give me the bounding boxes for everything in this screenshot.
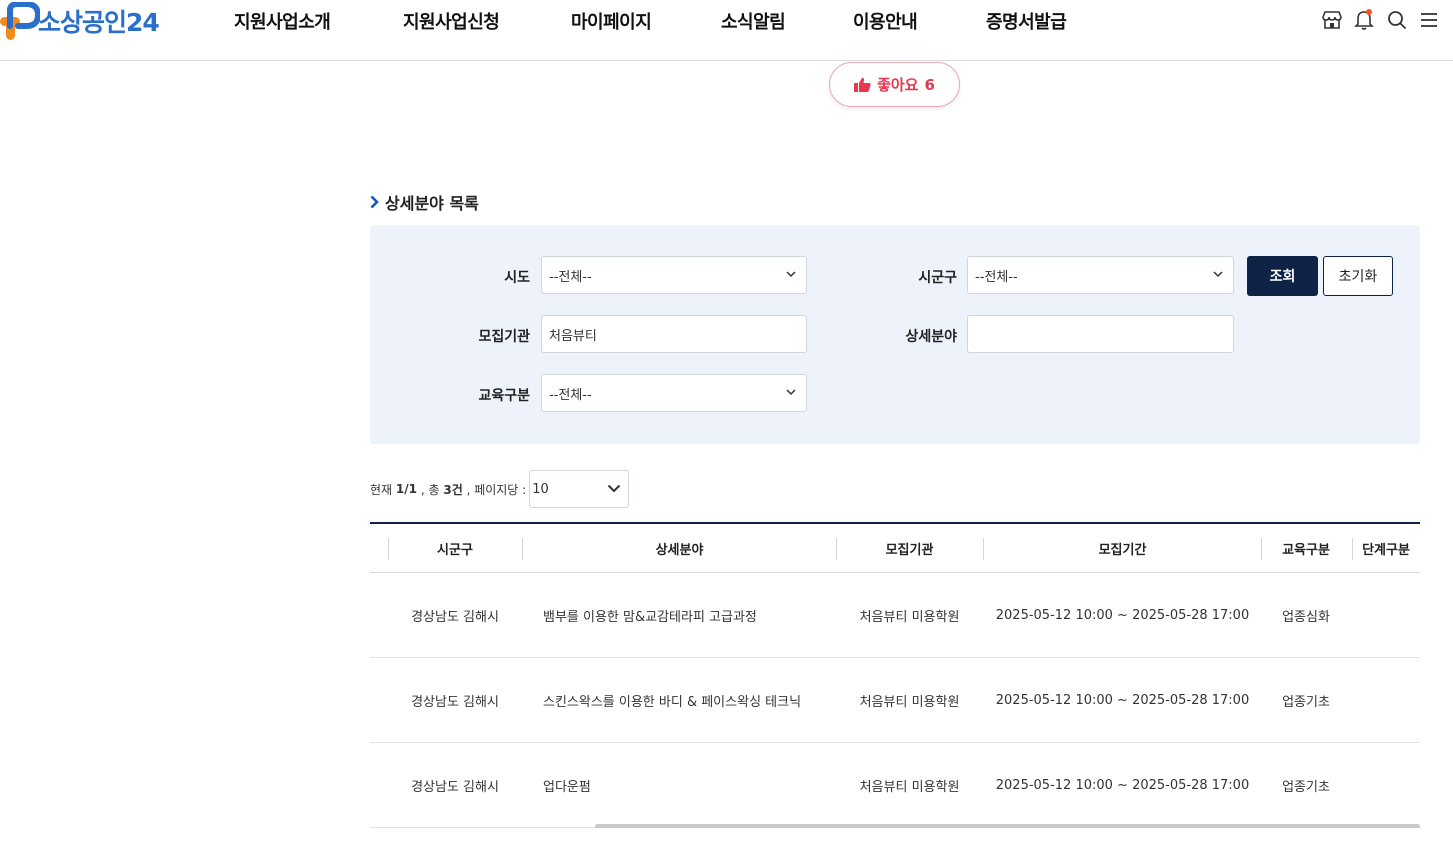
reset-button[interactable]: 초기화 [1323,256,1393,296]
agency-value: 처음뷰티 [549,328,597,344]
nav-item-mypage[interactable]: 마이페이지 [571,8,652,34]
perpage-select[interactable]: 10 [529,470,630,508]
agency-label: 모집기관 [478,329,530,345]
field-input[interactable] [967,315,1234,353]
sigungu-select[interactable]: --전체-- [967,256,1234,294]
menu-icon[interactable] [1420,11,1438,29]
agency-input[interactable]: 처음뷰티 [541,315,807,353]
store-icon[interactable] [1321,9,1343,31]
chevron-down-icon [1213,271,1223,278]
cell-sigungu: 경상남도 김해시 [411,610,499,625]
chevron-right-icon [370,195,379,209]
nav-item-intro[interactable]: 지원사업소개 [234,8,331,34]
table-row[interactable]: 경상남도 김해시 뱀부를 이용한 맘&교감테라피 고급과정 처음뷰티 미용학원 … [370,573,1420,658]
sigungu-value: --전체-- [975,269,1018,285]
summary-page: 1/1 [395,482,418,496]
sido-select[interactable]: --전체-- [541,256,807,294]
site-header: 소상공인24 지원사업소개 지원사업신청 마이페이지 소식알림 이용안내 증명서… [0,0,1453,61]
bell-icon[interactable] [1354,9,1374,31]
nav-item-guide[interactable]: 이용안내 [853,8,918,34]
th-period: 모집기간 [1098,543,1147,558]
cell-field[interactable]: 스킨스왁스를 이용한 바디 & 페이스왁싱 테크닉 [543,658,801,743]
like-label: 좋아요 [877,76,919,94]
result-summary: 현재 1/1 , 총 3건 , 페이지당 : 10 [370,470,630,508]
field-label: 상세분야 [905,329,957,345]
nav-item-apply[interactable]: 지원사업신청 [403,8,500,34]
table-row[interactable]: 경상남도 김해시 업다운펌 처음뷰티 미용학원 2025-05-12 10:00… [370,743,1420,828]
edu-label: 교육구분 [478,388,530,404]
summary-perpage-label: , 페이지당 : [466,482,527,497]
like-count: 6 [924,75,935,94]
logo-mark-icon [0,2,40,40]
cell-period: 2025-05-12 10:00 ~ 2025-05-28 17:00 [995,778,1250,793]
cell-sigungu: 경상남도 김해시 [411,695,499,710]
nav-item-news[interactable]: 소식알림 [721,8,786,34]
edu-value: --전체-- [549,387,592,403]
cell-period: 2025-05-12 10:00 ~ 2025-05-28 17:00 [995,608,1250,623]
site-logo[interactable]: 소상공인24 [0,2,160,40]
search-button[interactable]: 조회 [1247,256,1318,296]
th-edu: 교육구분 [1282,543,1330,558]
sido-value: --전체-- [549,269,592,285]
sigungu-label: 시군구 [918,270,957,286]
cell-edu: 업종심화 [1282,610,1330,625]
nav-item-certificate[interactable]: 증명서발급 [986,8,1067,34]
cell-field[interactable]: 업다운펌 [543,743,591,828]
cell-edu: 업종기초 [1282,780,1330,795]
filter-panel: 시도 --전체-- 시군구 --전체-- 조회 초기화 모집기관 처음뷰티 상세… [370,225,1420,444]
cell-period: 2025-05-12 10:00 ~ 2025-05-28 17:00 [995,693,1250,708]
section-title: 상세분야 목록 [370,190,479,214]
chevron-down-icon [608,484,621,493]
results-table: 시군구 상세분야 모집기관 모집기간 교육구분 단계구분 경상남도 김해시 뱀부… [370,522,1420,828]
th-field: 상세분야 [655,543,704,558]
cell-agency: 처음뷰티 미용학원 [859,610,960,625]
cell-agency: 처음뷰티 미용학원 [859,780,960,795]
thumbs-up-icon [854,77,871,92]
th-stage: 단계구분 [1362,543,1410,558]
th-sigungu: 시군구 [437,543,473,558]
cell-field[interactable]: 뱀부를 이용한 맘&교감테라피 고급과정 [543,573,757,658]
section-title-text: 상세분야 목록 [385,194,479,213]
horizontal-scrollbar[interactable] [595,824,1420,828]
header-utilities [1321,7,1438,33]
cell-edu: 업종기초 [1282,695,1330,710]
logo-text: 소상공인24 [38,8,160,37]
chevron-down-icon [786,271,796,278]
perpage-value: 10 [532,481,549,497]
th-agency: 모집기관 [885,543,934,558]
like-button[interactable]: 좋아요 6 [829,62,960,107]
cell-sigungu: 경상남도 김해시 [411,780,499,795]
sido-label: 시도 [504,270,530,286]
cell-agency: 처음뷰티 미용학원 [859,695,960,710]
table-header: 시군구 상세분야 모집기관 모집기간 교육구분 단계구분 [370,524,1420,573]
table-row[interactable]: 경상남도 김해시 스킨스왁스를 이용한 바디 & 페이스왁싱 테크닉 처음뷰티 … [370,658,1420,743]
edu-select[interactable]: --전체-- [541,374,807,412]
summary-prefix: 현재 [370,482,393,497]
summary-total-prefix: , 총 [420,482,440,497]
search-icon[interactable] [1387,10,1407,30]
summary-total: 3건 [443,482,463,497]
chevron-down-icon [786,389,796,396]
